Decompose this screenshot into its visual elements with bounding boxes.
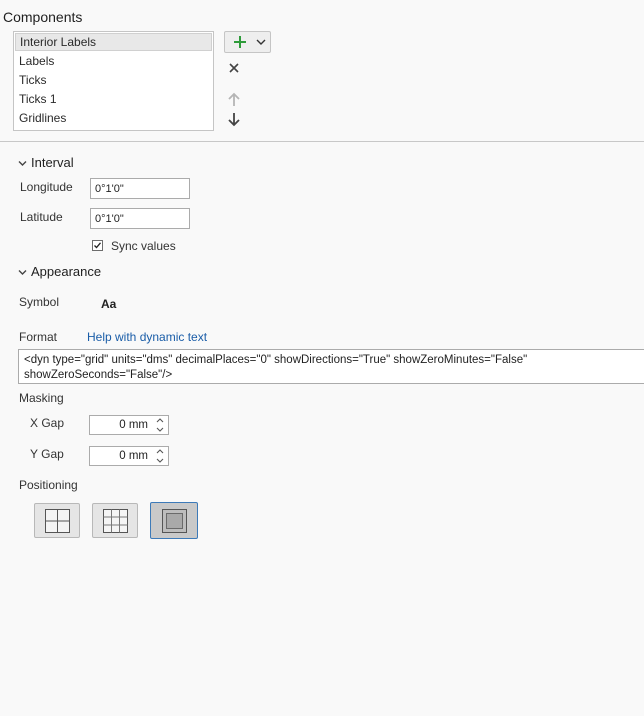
list-item[interactable]: Ticks 1	[14, 90, 213, 109]
sync-values-checkbox[interactable]	[92, 240, 103, 251]
symbol-preview[interactable]: Aa	[101, 297, 116, 311]
y-gap-value: 0 mm	[119, 450, 148, 462]
pos-inside-border-icon	[162, 509, 187, 533]
format-label: Format	[19, 330, 58, 344]
positioning-grid-button[interactable]	[92, 503, 138, 538]
divider	[0, 141, 644, 142]
chevron-down-icon	[18, 270, 27, 276]
help-dynamic-text-link[interactable]: Help with dynamic text	[87, 330, 207, 344]
pos-grid-icon	[103, 509, 128, 533]
positioning-label: Positioning	[19, 478, 78, 492]
x-gap-stepper[interactable]: 0 mm	[89, 415, 169, 435]
plus-icon	[234, 36, 246, 48]
interval-group-header[interactable]: Interval	[18, 155, 74, 170]
add-component-button[interactable]	[224, 31, 271, 53]
list-item[interactable]: Labels	[14, 52, 213, 71]
arrow-up-icon[interactable]	[227, 92, 241, 107]
close-icon[interactable]	[228, 62, 240, 74]
pos-center-cross-icon	[45, 509, 70, 533]
symbol-label: Symbol	[19, 295, 60, 309]
positioning-center-button[interactable]	[34, 503, 80, 538]
chevron-down-icon	[256, 39, 266, 45]
arrow-down-icon[interactable]	[227, 112, 241, 127]
list-item[interactable]: Interior Labels	[15, 33, 212, 51]
format-text-input[interactable]: <dyn type="grid" units="dms" decimalPlac…	[18, 349, 644, 384]
stepper-arrows-icon[interactable]	[155, 447, 165, 465]
longitude-input[interactable]	[90, 178, 190, 199]
masking-label: Masking	[19, 391, 64, 405]
y-gap-stepper[interactable]: 0 mm	[89, 446, 169, 466]
list-item[interactable]: Ticks	[14, 71, 213, 90]
sync-values-label: Sync values	[111, 239, 176, 253]
components-list[interactable]: Interior Labels Labels Ticks Ticks 1 Gri…	[13, 31, 214, 131]
latitude-label: Latitude	[20, 210, 63, 224]
components-title: Components	[3, 9, 83, 25]
longitude-label: Longitude	[20, 180, 73, 194]
list-item[interactable]: Gridlines	[14, 109, 213, 128]
chevron-down-icon	[18, 161, 27, 167]
latitude-input[interactable]	[90, 208, 190, 229]
checkmark-icon	[94, 242, 101, 249]
x-gap-value: 0 mm	[119, 419, 148, 431]
x-gap-label: X Gap	[30, 416, 65, 430]
positioning-inside-button[interactable]	[150, 502, 198, 539]
appearance-title: Appearance	[31, 264, 102, 279]
stepper-arrows-icon[interactable]	[155, 416, 165, 434]
appearance-group-header[interactable]: Appearance	[18, 264, 101, 279]
interval-title: Interval	[31, 155, 74, 170]
y-gap-label: Y Gap	[30, 447, 64, 461]
